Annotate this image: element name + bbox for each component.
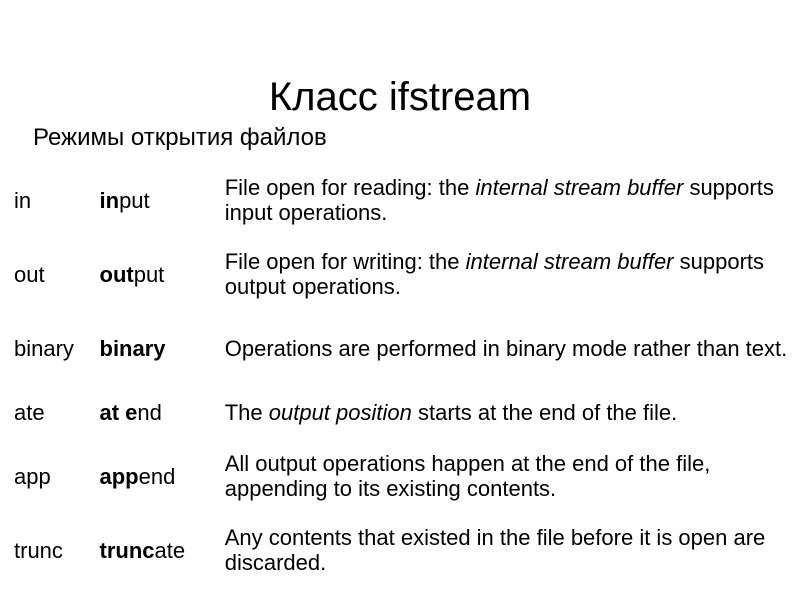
mode-full-name-rest: ate [154,537,186,563]
mode-description: File open for writing: the internal stre… [225,237,800,311]
table-row: app append All output operations happen … [0,439,800,513]
mode-full-name-bold: binary [99,335,166,361]
mode-full-name-rest: nd [137,399,162,425]
desc-lead: File open for reading: the [224,175,476,200]
mode-short-name: trunc [14,537,63,563]
desc-emphasis: internal stream buffer [465,249,674,274]
slide-canvas: Класс ifstream Режимы открытия файлов in… [0,0,800,600]
mode-description-text: File open for reading: the internal stre… [225,175,790,225]
file-open-modes-table: in input File open for reading: the inte… [0,163,800,587]
table-row: trunc truncate Any contents that existed… [0,513,800,587]
mode-full-name-rest: put [119,187,150,213]
mode-description: File open for reading: the internal stre… [225,163,800,237]
mode-short-name: in [14,187,32,213]
desc-lead: File open for writing: the [224,249,466,274]
mode-full-name-bold: trunc [99,537,155,563]
mode-short-name: binary [14,335,74,361]
mode-full-name: binary [100,311,225,385]
mode-full-name-rest: put [133,261,165,287]
mode-full-name: at end [100,385,225,439]
mode-description-text: Operations are performed in binary mode … [225,336,790,361]
mode-short-name: ate [14,399,45,425]
mode-full-name-bold: out [99,261,134,287]
table-row: ate at end The output position starts at… [0,385,800,439]
slide-subtitle: Режимы открытия файлов [33,124,327,151]
mode-description: The output position starts at the end of… [225,385,800,439]
mode-description: Operations are performed in binary mode … [225,311,800,385]
mode-description: All output operations happen at the end … [225,439,800,513]
page-title: Класс ifstream [268,74,532,119]
mode-full-name: output [100,237,225,311]
table-body: in input File open for reading: the inte… [0,163,800,587]
mode-description-text: File open for writing: the internal stre… [225,249,790,299]
desc-lead: Any contents that existed in the file be… [224,525,766,575]
mode-full-name: truncate [100,513,225,587]
table-row: in input File open for reading: the inte… [0,163,800,237]
table-row: binary binary Operations are performed i… [0,311,800,385]
desc-lead: The [224,399,269,425]
mode-description-text: Any contents that existed in the file be… [225,525,790,575]
mode-full-name: input [100,163,225,237]
mode-short-name: out [14,261,45,287]
mode-description-text: All output operations happen at the end … [225,451,790,501]
mode-description-text: The output position starts at the end of… [225,400,790,425]
mode-description: Any contents that existed in the file be… [225,513,800,587]
table-row: out output File open for writing: the in… [0,237,800,311]
mode-full-name-bold: in [99,187,120,213]
mode-short-name: app [14,463,51,489]
mode-full-name-rest: end [138,463,176,489]
mode-full-name-bold: app [99,463,139,489]
desc-lead: Operations are performed in binary mode … [224,335,788,361]
desc-lead: All output operations happen at the end … [224,451,711,501]
desc-tail: starts at the end of the file. [411,399,678,425]
mode-full-name: append [100,439,225,513]
desc-emphasis: output position [268,399,412,425]
desc-emphasis: internal stream buffer [475,175,684,200]
mode-full-name-bold: at e [99,399,138,425]
